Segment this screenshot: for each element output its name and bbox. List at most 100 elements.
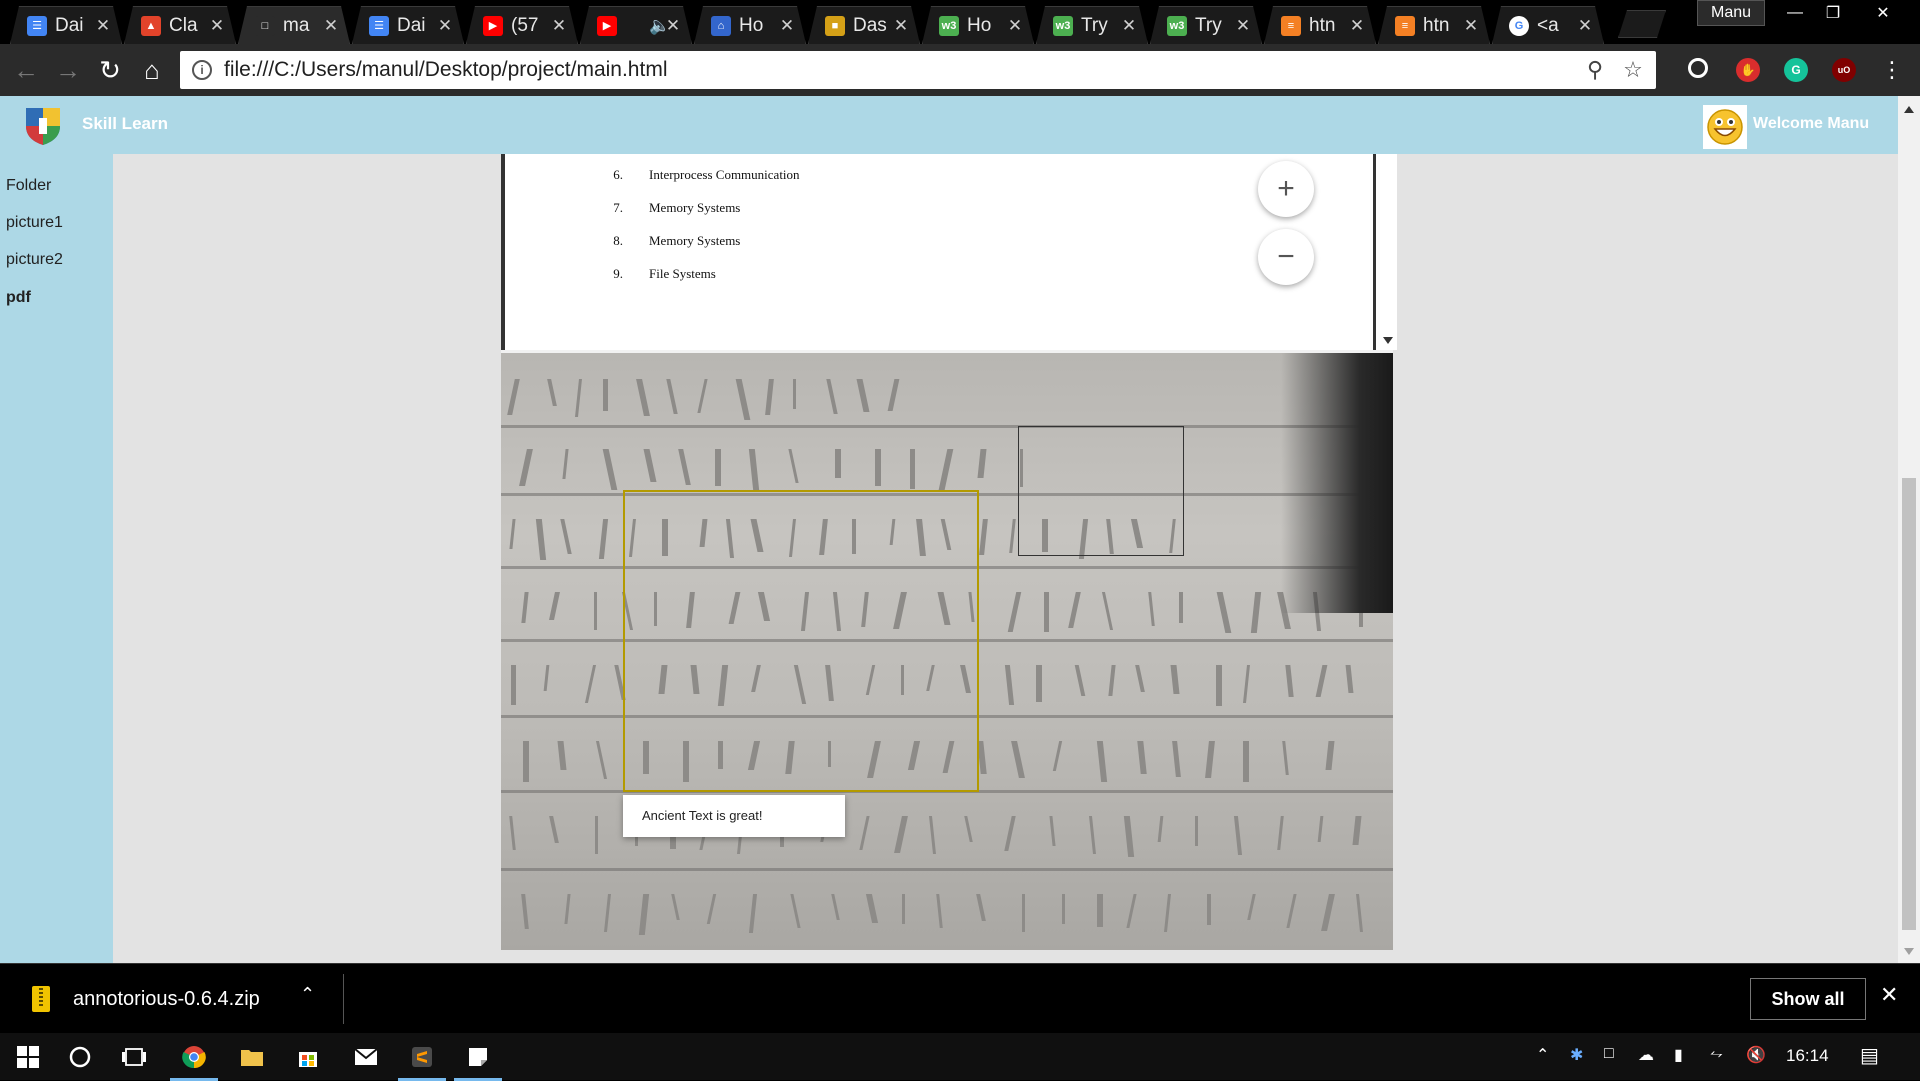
close-icon[interactable]: ✕	[1880, 982, 1898, 1008]
windows-start-icon[interactable]	[12, 1041, 44, 1073]
glyph-stroke	[793, 379, 796, 409]
docs-icon: ☰	[27, 16, 47, 36]
cortana-icon[interactable]	[64, 1041, 96, 1073]
browser-tab[interactable]: ☰ Dai ✕	[10, 6, 122, 44]
chevron-up-icon[interactable]: ⌃	[300, 984, 315, 1005]
back-icon[interactable]: ←	[10, 54, 42, 86]
annotation-box-selected[interactable]	[623, 490, 979, 792]
glyph-stroke	[1179, 592, 1183, 623]
glyph-stroke	[865, 894, 879, 923]
usb-icon[interactable]: □	[1604, 1045, 1614, 1063]
w3schools-icon: w3	[1053, 16, 1073, 36]
file-explorer-icon[interactable]	[236, 1041, 268, 1073]
chrome-taskbar-icon[interactable]	[170, 1041, 218, 1081]
close-tab-icon[interactable]: ✕	[1577, 16, 1593, 36]
annotation-popup[interactable]: Ancient Text is great!	[623, 795, 845, 837]
pdf-viewer[interactable]: 6. Interprocess Communication 7. Memory …	[501, 154, 1397, 350]
grammarly-icon[interactable]: G	[1784, 58, 1808, 82]
brand-name[interactable]: Skill Learn	[82, 114, 168, 134]
close-tab-icon[interactable]: ✕	[323, 16, 339, 36]
close-tab-icon[interactable]: ✕	[209, 16, 225, 36]
reload-icon[interactable]: ↻	[94, 54, 126, 86]
browser-tab[interactable]: ≡ htn ✕	[1378, 6, 1490, 44]
scroll-up-arrow-icon[interactable]	[1904, 106, 1914, 113]
menu-icon[interactable]: ⋮	[1876, 54, 1908, 86]
glyph-stroke	[602, 449, 618, 490]
page-scrollbar[interactable]	[1898, 96, 1920, 963]
scroll-down-arrow-icon[interactable]	[1383, 337, 1393, 344]
browser-tab[interactable]: G <a ✕	[1492, 6, 1604, 44]
mail-icon[interactable]	[350, 1041, 382, 1073]
sidebar-item-folder[interactable]: Folder	[6, 177, 51, 195]
new-tab-button[interactable]	[1618, 10, 1666, 38]
sidebar-item-picture2[interactable]: picture2	[6, 251, 63, 269]
user-avatar[interactable]	[1703, 105, 1747, 149]
zoom-in-button[interactable]: +	[1258, 161, 1314, 217]
browser-tab[interactable]: w3 Try ✕	[1036, 6, 1148, 44]
sidebar-item-picture1[interactable]: picture1	[6, 214, 63, 232]
sidebar-item-pdf[interactable]: pdf	[6, 289, 31, 307]
close-tab-icon[interactable]: ✕	[1121, 16, 1137, 36]
browser-tab[interactable]: ▲ Cla ✕	[124, 6, 236, 44]
institution-icon: ⌂	[711, 16, 731, 36]
url-text[interactable]: file:///C:/Users/manul/Desktop/project/m…	[224, 58, 1580, 82]
close-tab-icon[interactable]: ✕	[1463, 16, 1479, 36]
page-scrollbar-thumb[interactable]	[1902, 478, 1916, 930]
close-window-icon[interactable]: ✕	[1860, 0, 1906, 26]
browser-tab[interactable]: w3 Try ✕	[1150, 6, 1262, 44]
browser-tab[interactable]: ⌂ Ho ✕	[694, 6, 806, 44]
close-tab-icon[interactable]: ✕	[665, 16, 681, 36]
browser-tab[interactable]: □ ma ✕	[238, 6, 350, 44]
task-view-icon[interactable]	[118, 1041, 150, 1073]
close-tab-icon[interactable]: ✕	[437, 16, 453, 36]
ublock-icon[interactable]: uO	[1832, 58, 1856, 82]
profile-button[interactable]: Manu	[1697, 0, 1765, 26]
browser-tab[interactable]: ■ Das ✕	[808, 6, 920, 44]
audio-icon[interactable]: 🔈	[649, 16, 665, 36]
onedrive-icon[interactable]: ☁	[1638, 1045, 1654, 1065]
close-tab-icon[interactable]: ✕	[1235, 16, 1251, 36]
annotation-box[interactable]	[1018, 426, 1184, 556]
home-icon[interactable]: ⌂	[136, 54, 168, 86]
zip-file-icon[interactable]	[32, 986, 50, 1012]
store-icon[interactable]	[292, 1041, 324, 1073]
annotated-image[interactable]: Ancient Text is great!	[501, 353, 1393, 950]
clock[interactable]: 16:14	[1786, 1046, 1829, 1066]
address-bar[interactable]: i file:///C:/Users/manul/Desktop/project…	[180, 51, 1656, 89]
close-tab-icon[interactable]: ✕	[893, 16, 909, 36]
sublime-text-icon[interactable]	[398, 1041, 446, 1081]
browser-tab[interactable]: ▶ (57 ✕	[466, 6, 578, 44]
browser-tab[interactable]: w3 Ho ✕	[922, 6, 1034, 44]
zoom-icon[interactable]: ⚲	[1580, 57, 1610, 83]
bluetooth-icon[interactable]: ✱	[1570, 1045, 1583, 1065]
close-tab-icon[interactable]: ✕	[551, 16, 567, 36]
show-all-button[interactable]: Show all	[1750, 978, 1866, 1020]
pdf-vertical-scrollbar[interactable]	[1373, 154, 1397, 350]
volume-muted-icon[interactable]: 🔇	[1746, 1045, 1766, 1065]
zoom-out-button[interactable]: −	[1258, 229, 1314, 285]
browser-tab[interactable]: ≡ htn ✕	[1264, 6, 1376, 44]
browser-tab[interactable]: ☰ Dai ✕	[352, 6, 464, 44]
app-header: Skill Learn Welcome Manu	[0, 96, 1898, 154]
battery-icon[interactable]: ▮	[1674, 1045, 1683, 1065]
opera-extension-icon[interactable]	[1688, 58, 1708, 78]
close-tab-icon[interactable]: ✕	[779, 16, 795, 36]
scroll-down-arrow-icon[interactable]	[1904, 948, 1914, 955]
chevron-up-icon[interactable]: ⌃	[1536, 1045, 1549, 1065]
tab-title: ma	[283, 14, 310, 36]
close-tab-icon[interactable]: ✕	[1349, 16, 1365, 36]
forward-icon[interactable]: →	[52, 54, 84, 86]
download-filename[interactable]: annotorious-0.6.4.zip	[73, 988, 260, 1011]
action-center-icon[interactable]: ▤	[1860, 1043, 1879, 1068]
sticky-notes-icon[interactable]	[454, 1041, 502, 1081]
browser-tab[interactable]: ▶ 🔈 ✕	[580, 6, 692, 44]
wifi-icon[interactable]: ⥊	[1710, 1045, 1723, 1063]
restore-icon[interactable]: ❐	[1810, 0, 1856, 26]
adblock-icon[interactable]: ✋	[1736, 58, 1760, 82]
close-tab-icon[interactable]: ✕	[95, 16, 111, 36]
sidebar: Folder picture1 picture2 pdf	[0, 154, 113, 963]
info-icon[interactable]: i	[192, 60, 212, 80]
bookmark-star-icon[interactable]: ☆	[1618, 57, 1648, 83]
glyph-stroke	[1195, 816, 1198, 846]
close-tab-icon[interactable]: ✕	[1007, 16, 1023, 36]
